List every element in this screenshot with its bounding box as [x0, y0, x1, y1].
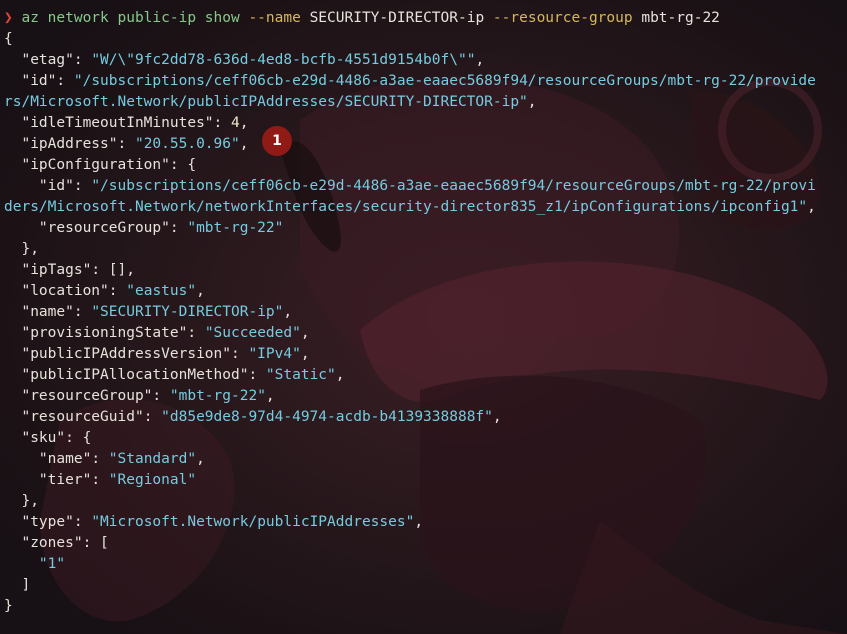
json-close-brace: }	[4, 598, 13, 614]
json-line-name: "name": "SECURITY-DIRECTOR-ip",	[21, 304, 293, 320]
rg-arg: mbt-rg-22	[641, 10, 720, 26]
json-close-zones: ]	[4, 577, 31, 593]
terminal-output: ❯ az network public-ip show --name SECUR…	[4, 8, 844, 617]
json-line-resource-guid: "resourceGuid": "d85e9de8-97d4-4974-acdb…	[21, 409, 502, 425]
command-text: az network public-ip show	[21, 10, 240, 26]
json-line-id-wrap: rs/Microsoft.Network/publicIPAddresses/S…	[4, 94, 537, 110]
name-flag: --name	[248, 10, 301, 26]
json-open-brace: {	[4, 31, 13, 47]
json-line-type: "type": "Microsoft.Network/publicIPAddre…	[21, 514, 424, 530]
prompt-arrow-icon: ❯	[4, 10, 13, 26]
json-line-ipconfig-id: "id": "/subscriptions/ceff06cb-e29d-4486…	[38, 178, 816, 194]
json-line-ip-tags: "ipTags": [],	[21, 262, 135, 278]
json-line-zones: "zones": [	[21, 535, 109, 551]
json-line-id: "id": "/subscriptions/ceff06cb-e29d-4486…	[21, 73, 816, 89]
json-line-sku: "sku": {	[21, 430, 92, 446]
command-line: ❯ az network public-ip show --name SECUR…	[4, 8, 844, 29]
name-arg: SECURITY-DIRECTOR-ip	[309, 10, 485, 26]
json-line-etag: "etag": "W/\"9fc2dd78-636d-4ed8-bcfb-455…	[21, 52, 485, 68]
json-line-ipconfig-rg: "resourceGroup": "mbt-rg-22"	[38, 220, 284, 236]
json-line-idle-timeout: "idleTimeoutInMinutes": 4,	[21, 115, 249, 131]
json-line-sku-name: "name": "Standard",	[38, 451, 205, 467]
json-close-ipconfig: },	[4, 241, 39, 257]
json-line-sku-tier: "tier": "Regional"	[38, 472, 197, 488]
annotation-badge: 1	[262, 126, 292, 156]
json-line-ipconfig-id-wrap: ders/Microsoft.Network/networkInterfaces…	[4, 199, 816, 215]
rg-flag: --resource-group	[492, 10, 633, 26]
json-line-allocation-method: "publicIPAllocationMethod": "Static",	[21, 367, 345, 383]
json-line-provisioning-state: "provisioningState": "Succeeded",	[21, 325, 310, 341]
json-line-resource-group: "resourceGroup": "mbt-rg-22",	[21, 388, 275, 404]
json-line-ip-version: "publicIPAddressVersion": "IPv4",	[21, 346, 310, 362]
json-line-ip-configuration: "ipConfiguration": {	[21, 157, 197, 173]
json-line-zones-item: "1"	[38, 556, 66, 572]
json-line-location: "location": "eastus",	[21, 283, 205, 299]
json-close-sku: },	[4, 493, 39, 509]
json-line-ip-address: "ipAddress": "20.55.0.96",	[21, 136, 249, 152]
